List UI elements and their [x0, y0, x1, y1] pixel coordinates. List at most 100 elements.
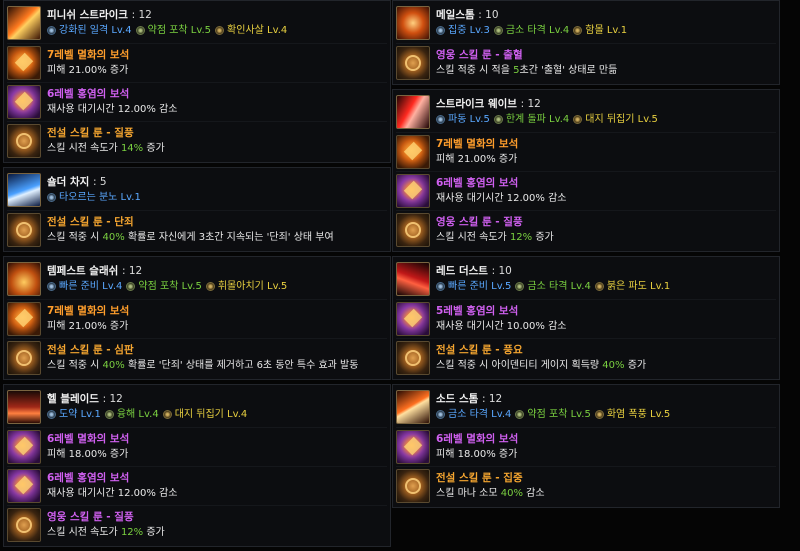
- skill-card: 메일스톰 : 10 집중 Lv.3 금소 타격 Lv.4 함몰 Lv.1 영웅 스킬 룬…: [392, 0, 780, 85]
- rune-icon[interactable]: [7, 341, 41, 375]
- tripod-icon: [215, 26, 225, 35]
- gem-row: 7레벨 멸화의 보석피해 21.00% 증가: [7, 299, 387, 338]
- effect-name: 전설 스킬 룬 - 집중: [436, 472, 523, 484]
- effect-text: 7레벨 멸화의 보석피해 21.00% 증가: [47, 304, 129, 334]
- tripod-icon: [47, 193, 56, 202]
- gem-icon[interactable]: [7, 430, 41, 464]
- skill-icon[interactable]: [7, 6, 41, 40]
- tripod-label: 금소 타격 Lv.4: [527, 281, 591, 292]
- skill-card: 숄더 차지 : 5 타오르는 분노 Lv.1 전설 스킬 룬 - 단죄 스킬 적중 시…: [3, 167, 391, 252]
- effect-description: 재사용 대기시간 10.00% 감소: [436, 319, 566, 334]
- rune-icon[interactable]: [396, 46, 430, 80]
- desc-text: 확률로 '단죄' 상태를 제거하고 6초 동안 특수 효과 발동: [124, 360, 359, 371]
- skill-name: 소드 스톰: [436, 393, 479, 405]
- tripod-icon: [515, 410, 525, 419]
- rune-icon[interactable]: [396, 469, 430, 503]
- desc-text: 증가: [143, 527, 165, 538]
- tripod-item: 강화된 일격 Lv.4: [47, 23, 132, 38]
- desc-highlight: 14%: [120, 143, 144, 154]
- rune-row: 영웅 스킬 룬 - 출혈 스킬 적중 시 적을 5초간 '출혈' 상태로 만듦: [396, 43, 776, 82]
- effect-description: 피해 18.00% 증가: [47, 447, 129, 462]
- tripod-item: 약점 포착 Lv.5: [126, 279, 202, 294]
- effect-description: 스킬 마나 소모 40% 감소: [436, 486, 545, 501]
- gem-icon[interactable]: [396, 430, 430, 464]
- skill-title: 피니쉬 스트라이크 : 12: [47, 8, 291, 23]
- desc-text: 증가: [143, 143, 165, 154]
- skill-title: 레드 더스트 : 10: [436, 264, 674, 279]
- effect-name: 영웅 스킬 룬 - 질풍: [436, 216, 523, 228]
- desc-text: 스킬 적중 시: [47, 232, 103, 243]
- gem-icon[interactable]: [396, 302, 430, 336]
- skill-icon[interactable]: [396, 95, 430, 129]
- rune-icon[interactable]: [7, 124, 41, 158]
- effect-name: 전설 스킬 룬 - 단죄: [47, 216, 134, 228]
- effect-description: 스킬 적중 시 40% 확률로 '단죄' 상태를 제거하고 6초 동안 특수 효…: [47, 358, 358, 373]
- tripod-icon: [47, 26, 56, 35]
- tripod-item: 휘몰아치기 Lv.5: [205, 279, 287, 294]
- effect-description: 스킬 적중 시 아이덴티티 게이지 획득량 40% 증가: [436, 358, 646, 373]
- tripod-label: 금소 타격 Lv.4: [448, 409, 512, 420]
- effect-name: 6레벨 홍염의 보석: [436, 177, 519, 189]
- skill-icon[interactable]: [7, 390, 41, 424]
- gem-icon[interactable]: [7, 469, 41, 503]
- tripod-item: 빠른 준비 Lv.4: [47, 279, 122, 294]
- gem-icon[interactable]: [396, 174, 430, 208]
- tripod-item: 금소 타격 Lv.4: [493, 23, 569, 38]
- skill-card: 스트라이크 웨이브 : 12 파동 Lv.5 한계 돌파 Lv.4 대지 뒤집기 Lv…: [392, 89, 780, 252]
- skill-name: 피니쉬 스트라이크: [47, 9, 128, 21]
- left-column: 피니쉬 스트라이크 : 12 강화된 일격 Lv.4 약점 포착 Lv.5 확인사살 …: [3, 0, 391, 551]
- skill-icon[interactable]: [7, 173, 41, 207]
- skill-text: 스트라이크 웨이브 : 12 파동 Lv.5 한계 돌파 Lv.4 대지 뒤집기 Lv…: [436, 97, 662, 127]
- tripod-icon: [436, 282, 445, 291]
- gem-icon[interactable]: [7, 46, 41, 80]
- skill-card: 템페스트 슬래쉬 : 12 빠른 준비 Lv.4 약점 포착 Lv.5 휘몰아치기 L…: [3, 256, 391, 380]
- rune-row: 전설 스킬 룬 - 풍요 스킬 적중 시 아이덴티티 게이지 획득량 40% 증가: [396, 338, 776, 377]
- desc-text: 스킬 시전 속도가: [436, 232, 510, 243]
- effect-text: 영웅 스킬 룬 - 질풍 스킬 시전 속도가 12% 증가: [436, 215, 554, 245]
- skill-icon[interactable]: [396, 390, 430, 424]
- skill-header: 레드 더스트 : 10 빠른 준비 Lv.5 금소 타격 Lv.4 붉은 파도 Lv.…: [396, 259, 776, 299]
- effect-text: 6레벨 홍염의 보석 재사용 대기시간 12.00% 감소: [47, 471, 177, 501]
- effect-text: 7레벨 멸화의 보석 피해 21.00% 증가: [47, 48, 129, 78]
- rune-icon[interactable]: [396, 341, 430, 375]
- tripod-item: 집중 Lv.3: [436, 23, 490, 38]
- tripod-icon: [594, 410, 604, 419]
- effect-name: 영웅 스킬 룬 - 출혈: [436, 49, 523, 61]
- tripod-label: 도약 Lv.1: [59, 409, 101, 420]
- rune-row: 전설 스킬 룬 - 질풍 스킬 시전 속도가 14% 증가: [7, 121, 387, 160]
- rune-icon[interactable]: [7, 508, 41, 542]
- rune-icon[interactable]: [7, 213, 41, 247]
- desc-text: 스킬 적중 시 아이덴티티 게이지 획득량: [436, 360, 603, 371]
- skill-text: 메일스톰 : 10 집중 Lv.3 금소 타격 Lv.4 함몰 Lv.1: [436, 8, 631, 38]
- skill-title: 템페스트 슬래쉬 : 12: [47, 264, 291, 279]
- rune-icon[interactable]: [396, 213, 430, 247]
- tripod-list: 집중 Lv.3 금소 타격 Lv.4 함몰 Lv.1: [436, 23, 631, 38]
- effect-text: 7레벨 멸화의 보석 피해 21.00% 증가: [436, 137, 518, 167]
- effect-name: 7레벨 멸화의 보석: [436, 138, 519, 150]
- effect-name: 7레벨 멸화의 보석: [47, 305, 130, 317]
- tripod-item: 화염 폭풍 Lv.5: [594, 407, 670, 422]
- skill-level: : 12: [520, 98, 541, 110]
- gem-icon[interactable]: [7, 302, 41, 336]
- tripod-item: 대지 뒤집기 Lv.5: [573, 112, 658, 127]
- skill-header: 헬 블레이드 : 12 도약 Lv.1 융해 Lv.4 대지 뒤집기 Lv.4: [7, 387, 387, 427]
- skill-icon[interactable]: [396, 262, 430, 296]
- tripod-label: 파동 Lv.5: [448, 114, 490, 125]
- effect-description: 피해 21.00% 증가: [47, 319, 129, 334]
- skill-icon[interactable]: [7, 262, 41, 296]
- gem-icon[interactable]: [396, 135, 430, 169]
- skill-level: : 12: [102, 393, 123, 405]
- tripod-item: 대지 뒤집기 Lv.4: [162, 407, 247, 422]
- tripod-label: 확인사살 Lv.4: [227, 25, 288, 36]
- tripod-item: 약점 포착 Lv.5: [515, 407, 591, 422]
- effect-text: 전설 스킬 룬 - 집중스킬 마나 소모 40% 감소: [436, 471, 545, 501]
- gem-icon[interactable]: [7, 85, 41, 119]
- effect-text: 6레벨 멸화의 보석 피해 18.00% 증가: [47, 432, 129, 462]
- skill-name: 헬 블레이드: [47, 393, 99, 405]
- desc-highlight: 12%: [120, 527, 144, 538]
- effect-description: 재사용 대기시간 12.00% 감소: [436, 191, 566, 206]
- skill-icon[interactable]: [396, 6, 430, 40]
- skill-level: : 5: [92, 176, 107, 188]
- desc-text: 증가: [532, 232, 554, 243]
- gem-row: 6레벨 홍염의 보석재사용 대기시간 12.00% 감소: [396, 171, 776, 210]
